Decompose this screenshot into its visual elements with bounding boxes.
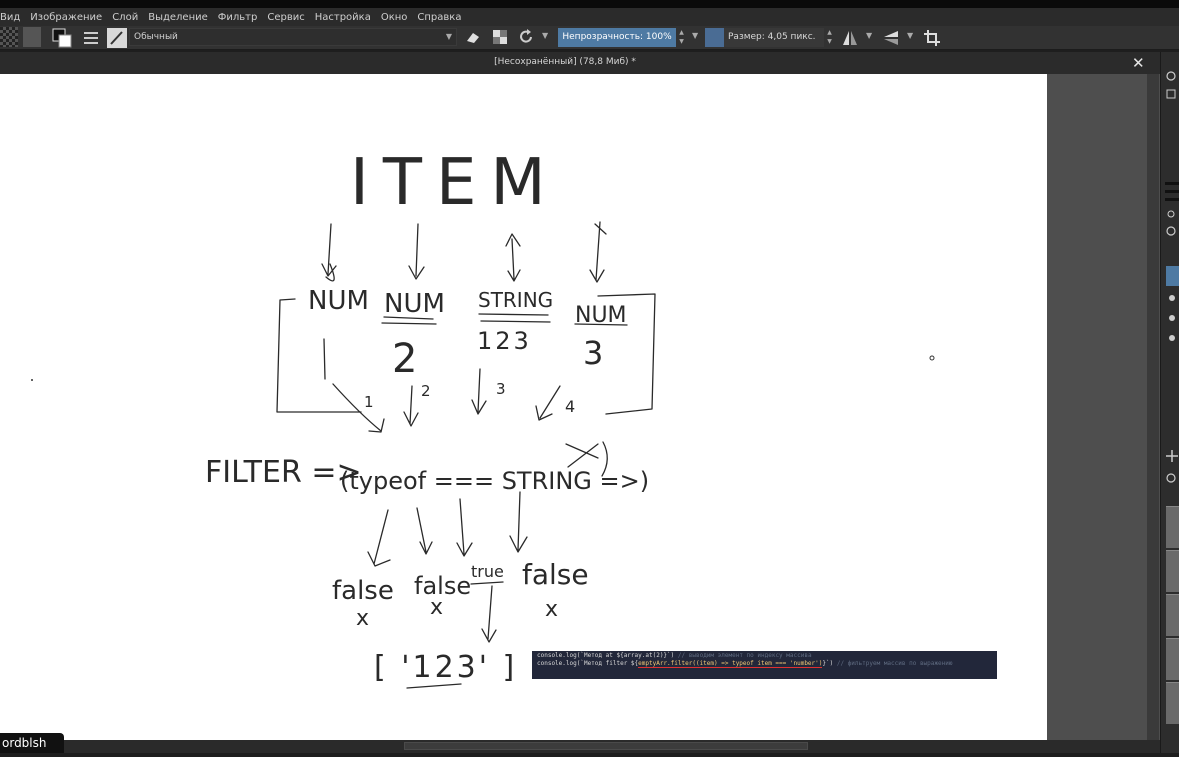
crop-icon[interactable] [923, 29, 941, 47]
arrow-3 [505, 233, 521, 282]
arrow-true [456, 498, 473, 557]
drawing-canvas[interactable]: ITEM NUM NUM STRING NUM 2 123 3 1 2 3 4 … [0, 74, 1047, 740]
code-line-2: console.log(`Метод filter ${emptyArr.fil… [537, 660, 992, 668]
value-2: 2 [392, 336, 417, 382]
menu-view[interactable]: Вид [0, 12, 25, 23]
menu-tools[interactable]: Сервис [262, 12, 309, 23]
top-strip [0, 0, 1179, 8]
filter-condition: (typeof === STRING =>) [340, 467, 649, 495]
index-2: 2 [421, 382, 431, 400]
result-3: true [471, 562, 504, 581]
blend-mode-label: Обычный [134, 32, 178, 42]
cross-arrow [565, 443, 599, 468]
output-array: [ '123' ] [374, 650, 517, 685]
menu-help[interactable]: Справка [412, 12, 466, 23]
code-snippet-image: console.log(`Метод at ${array.at(2)}`) /… [532, 651, 997, 679]
result-1: false [332, 576, 394, 606]
arrow-1-shaft [321, 223, 337, 277]
mirror-horizontal-icon[interactable] [841, 29, 859, 47]
mirror-v-dropdown-icon[interactable]: ▼ [907, 31, 917, 43]
code-line-2-start: console.log(`Метод filter ${ [537, 660, 639, 667]
menu-layer[interactable]: Слой [107, 12, 143, 23]
menu-image[interactable]: Изображение [25, 12, 107, 23]
menu-bar: Вид Изображение Слой Выделение Фильтр Се… [0, 8, 1179, 26]
arrow-false3 [509, 491, 528, 553]
size-slider[interactable]: Размер: 4,05 пикс. [724, 28, 824, 47]
close-icon[interactable]: ✕ [1132, 54, 1145, 72]
index-3: 3 [496, 380, 506, 398]
blend-mode-select[interactable]: Обычный ▼ [129, 28, 457, 46]
reload-dropdown-icon[interactable]: ▼ [542, 31, 552, 43]
alpha-lock-icon[interactable] [492, 29, 508, 45]
arrow-to-filter [332, 383, 385, 433]
brush-preset-tile-1[interactable] [1166, 506, 1179, 548]
brush-settings-icon[interactable] [82, 29, 100, 47]
brush-color-swatch[interactable] [705, 28, 724, 47]
arrow-idx3 [471, 368, 487, 415]
type-3: STRING [478, 288, 553, 312]
menu-select[interactable]: Выделение [143, 12, 213, 23]
pattern-swatch[interactable] [0, 27, 18, 47]
code-line-1-comment: // выводим элемент по индексу массива [677, 652, 812, 659]
gradient-swatch[interactable] [23, 27, 41, 47]
handwriting-layer: ITEM NUM NUM STRING NUM 2 123 3 1 2 3 4 … [31, 146, 935, 689]
code-line-1-text: console.log(`Метод at ${array.at(2)}`) [537, 652, 675, 659]
mirror-h-dropdown-icon[interactable]: ▼ [866, 31, 876, 43]
code-line-2-end: }`) [822, 660, 834, 667]
fg-bg-color-icon[interactable] [52, 28, 72, 48]
code-line-2-comment: // фильтруем массив по выражению [836, 660, 953, 667]
size-spin-icon[interactable]: ▲ ▼ [825, 28, 834, 47]
mark-3: x [545, 597, 558, 622]
brush-preset-tile-5[interactable] [1166, 682, 1179, 724]
underline-3 [478, 313, 551, 323]
arrow-2 [408, 223, 425, 280]
index-1: 1 [364, 393, 374, 411]
menu-window[interactable]: Окно [376, 12, 413, 23]
brush-preset-tile-4[interactable] [1166, 638, 1179, 680]
type-2: NUM [384, 289, 445, 319]
eraser-icon[interactable] [465, 29, 481, 45]
opacity-slider[interactable]: Непрозрачность: 100% [558, 28, 676, 47]
arrow-false2 [416, 507, 433, 555]
value-1-stroke [323, 338, 326, 380]
chevron-down-icon: ▼ [445, 32, 452, 41]
arrow-4 [589, 221, 607, 283]
menu-filter[interactable]: Фильтр [213, 12, 263, 23]
index-4: 4 [565, 397, 575, 416]
result-4: false [522, 558, 589, 591]
arrow-false1 [367, 509, 391, 567]
code-line-2-expr: emptyArr.filter((item) => typeof item ==… [638, 660, 823, 668]
title-item: ITEM [350, 146, 560, 220]
opacity-dropdown-icon[interactable]: ▼ [692, 31, 702, 43]
value-3: 123 [477, 327, 532, 355]
mark-2: x [430, 595, 443, 620]
mark-1: x [356, 606, 369, 631]
menu-settings[interactable]: Настройка [310, 12, 376, 23]
reload-preset-icon[interactable] [518, 29, 534, 45]
document-title[interactable]: [Несохранённый] (78,8 Миб) * [0, 57, 1130, 67]
mirror-vertical-icon[interactable] [882, 29, 900, 47]
code-line-1: console.log(`Метод at ${array.at(2)}`) /… [537, 652, 992, 660]
value-4: 3 [583, 334, 603, 372]
arrow-to-result [481, 585, 497, 643]
type-4: NUM [575, 303, 627, 328]
arrow-idx4 [535, 385, 561, 421]
arrow-idx2 [403, 385, 419, 427]
brush-preset-tile-3[interactable] [1166, 594, 1179, 636]
type-1: NUM [308, 286, 369, 316]
dot-left [31, 379, 33, 381]
brush-preset-tile-2[interactable] [1166, 550, 1179, 592]
document-tab-bar: [Несохранённый] (78,8 Миб) * ✕ [0, 52, 1160, 74]
filter-label: FILTER => [205, 455, 362, 490]
brush-preset-icon[interactable] [107, 28, 127, 48]
true-underline [470, 581, 504, 585]
brush-cursor [929, 355, 935, 361]
opacity-spin-icon[interactable]: ▲ ▼ [677, 28, 686, 47]
overlay-label: ordblsh [0, 733, 64, 753]
horizontal-scroll-thumb[interactable] [404, 742, 808, 750]
vertical-scrollbar[interactable] [1147, 74, 1159, 740]
